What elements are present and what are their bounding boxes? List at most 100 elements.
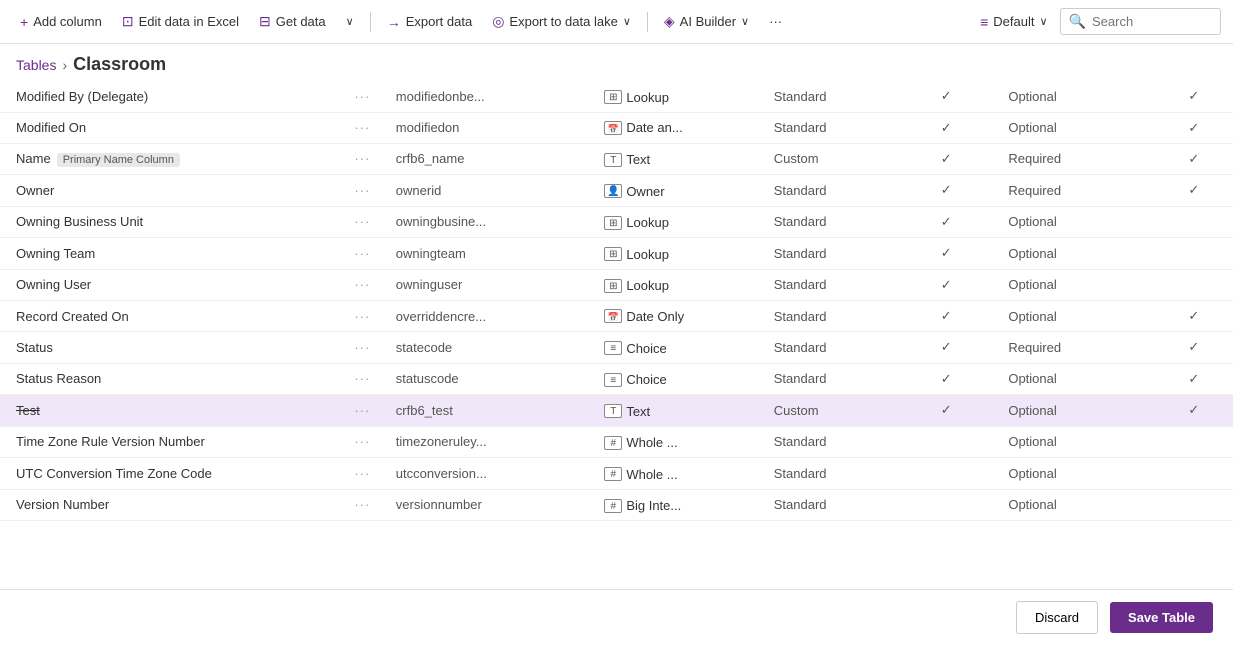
check-mark: ✓ — [1188, 339, 1199, 354]
searchable-cell — [894, 426, 998, 458]
requirement-cell: Optional — [998, 269, 1154, 301]
table-row[interactable]: NamePrimary Name Column ··· crfb6_name T… — [0, 143, 1233, 175]
more-button[interactable]: ··· — [761, 9, 790, 34]
managed-cell: ✓ — [1155, 143, 1233, 175]
table-row[interactable]: Version Number ··· versionnumber # Big I… — [0, 489, 1233, 521]
logical-name-cell: timezoneruley... — [386, 426, 595, 458]
row-options-button[interactable]: ··· — [339, 269, 386, 301]
custom-cell: Standard — [764, 238, 894, 270]
logical-name-cell: statecode — [386, 332, 595, 364]
row-options-button[interactable]: ··· — [339, 206, 386, 238]
requirement-cell: Optional — [998, 458, 1154, 490]
export-data-button[interactable]: → Export data — [379, 9, 481, 35]
lake-icon: ◎ — [492, 13, 504, 30]
tables-link[interactable]: Tables — [16, 57, 56, 73]
custom-cell: Standard — [764, 301, 894, 332]
requirement-cell: Optional — [998, 112, 1154, 143]
managed-cell: ✓ — [1155, 81, 1233, 112]
column-name: Name — [16, 151, 51, 166]
check-mark: ✓ — [1188, 308, 1199, 323]
name-cell: NamePrimary Name Column — [0, 143, 339, 175]
managed-cell — [1155, 426, 1233, 458]
row-options-button[interactable]: ··· — [339, 489, 386, 521]
default-button[interactable]: ≡ Default ∨ — [972, 9, 1055, 35]
row-options-button[interactable]: ··· — [339, 395, 386, 427]
type-cell: ⊞ Lookup — [594, 206, 763, 238]
export-lake-label: Export to data lake — [509, 14, 617, 29]
get-data-dropdown-button[interactable]: ∨ — [338, 10, 362, 33]
data-icon: ⊟ — [259, 13, 271, 30]
logical-name-cell: modifiedon — [386, 112, 595, 143]
search-box[interactable]: 🔍 — [1060, 8, 1221, 35]
add-column-button[interactable]: + Add column — [12, 9, 110, 35]
table-container: Modified By (Delegate) ··· modifiedonbe.… — [0, 81, 1233, 589]
discard-button[interactable]: Discard — [1016, 601, 1098, 634]
type-cell: ≡ Choice — [594, 363, 763, 395]
excel-icon: ⊡ — [122, 13, 134, 30]
edit-excel-button[interactable]: ⊡ Edit data in Excel — [114, 8, 247, 35]
column-name: UTC Conversion Time Zone Code — [16, 466, 212, 481]
table-row[interactable]: Status ··· statecode ≡ Choice Standard ✓… — [0, 332, 1233, 364]
row-options-button[interactable]: ··· — [339, 143, 386, 175]
type-cell: ⊞ Lookup — [594, 238, 763, 270]
logical-name-cell: owningteam — [386, 238, 595, 270]
row-options-button[interactable]: ··· — [339, 81, 386, 112]
row-options-button[interactable]: ··· — [339, 426, 386, 458]
table-row[interactable]: Test ··· crfb6_test T Text Custom ✓ Opti… — [0, 395, 1233, 427]
type-icon: ⊞ — [604, 247, 622, 261]
table-row[interactable]: UTC Conversion Time Zone Code ··· utccon… — [0, 458, 1233, 490]
managed-cell — [1155, 238, 1233, 270]
table-row[interactable]: Status Reason ··· statuscode ≡ Choice St… — [0, 363, 1233, 395]
type-icon-wrapper: # Whole ... — [604, 467, 677, 482]
row-options-button[interactable]: ··· — [339, 175, 386, 207]
type-icon: # — [604, 467, 622, 481]
name-cell: Modified By (Delegate) — [0, 81, 339, 112]
logical-name-cell: owningbusine... — [386, 206, 595, 238]
divider-1 — [370, 12, 371, 32]
type-icon: 📅 — [604, 309, 622, 323]
custom-cell: Standard — [764, 175, 894, 207]
searchable-cell: ✓ — [894, 238, 998, 270]
managed-cell — [1155, 489, 1233, 521]
page-title: Classroom — [73, 54, 166, 75]
table-row[interactable]: Modified On ··· modifiedon 📅 Date an... … — [0, 112, 1233, 143]
search-input[interactable] — [1092, 14, 1212, 29]
type-icon: T — [604, 404, 622, 418]
type-icon-wrapper: ⊞ Lookup — [604, 278, 669, 293]
save-table-button[interactable]: Save Table — [1110, 602, 1213, 633]
requirement-cell: Optional — [998, 489, 1154, 521]
type-icon: ≡ — [604, 341, 622, 355]
type-icon-wrapper: 👤 Owner — [604, 184, 664, 199]
type-icon: ⊞ — [604, 216, 622, 230]
type-icon-wrapper: ⊞ Lookup — [604, 90, 669, 105]
table-row[interactable]: Owning User ··· owninguser ⊞ Lookup Stan… — [0, 269, 1233, 301]
column-name: Status Reason — [16, 371, 101, 386]
searchable-cell: ✓ — [894, 395, 998, 427]
type-cell: T Text — [594, 395, 763, 427]
row-options-button[interactable]: ··· — [339, 458, 386, 490]
row-options-button[interactable]: ··· — [339, 332, 386, 364]
ai-builder-button[interactable]: ◈ AI Builder ∨ — [656, 8, 757, 35]
managed-cell: ✓ — [1155, 332, 1233, 364]
name-cell: Owner — [0, 175, 339, 207]
type-cell: 📅 Date an... — [594, 112, 763, 143]
name-cell: Version Number — [0, 489, 339, 521]
export-lake-button[interactable]: ◎ Export to data lake ∨ — [484, 8, 639, 35]
row-options-button[interactable]: ··· — [339, 238, 386, 270]
table-row[interactable]: Owning Team ··· owningteam ⊞ Lookup Stan… — [0, 238, 1233, 270]
table-row[interactable]: Modified By (Delegate) ··· modifiedonbe.… — [0, 81, 1233, 112]
table-row[interactable]: Record Created On ··· overriddencre... 📅… — [0, 301, 1233, 332]
table-row[interactable]: Time Zone Rule Version Number ··· timezo… — [0, 426, 1233, 458]
table-row[interactable]: Owner ··· ownerid 👤 Owner Standard ✓ Req… — [0, 175, 1233, 207]
footer: Discard Save Table — [0, 589, 1233, 645]
row-options-button[interactable]: ··· — [339, 112, 386, 143]
logical-name-cell: ownerid — [386, 175, 595, 207]
get-data-button[interactable]: ⊟ Get data — [251, 8, 334, 35]
requirement-cell: Optional — [998, 238, 1154, 270]
row-options-button[interactable]: ··· — [339, 301, 386, 332]
custom-cell: Standard — [764, 81, 894, 112]
searchable-cell: ✓ — [894, 301, 998, 332]
chevron-down-icon-3: ∨ — [741, 15, 749, 28]
row-options-button[interactable]: ··· — [339, 363, 386, 395]
table-row[interactable]: Owning Business Unit ··· owningbusine...… — [0, 206, 1233, 238]
